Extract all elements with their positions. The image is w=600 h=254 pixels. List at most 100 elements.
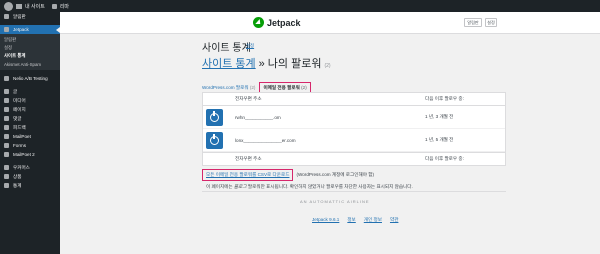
jetpack-logo: Jetpack: [253, 17, 301, 28]
info-prefix: 이 페이지에는: [206, 184, 233, 189]
comment-icon: [51, 3, 57, 9]
download-row: 모든 이메일 전용 팔로워를 CSV로 다운로드 (WordPress.com …: [202, 169, 374, 181]
download-note: (WordPress.com 계정에 로그인해야 함): [296, 172, 374, 177]
sidebar-item-label: MailPoet 2: [13, 152, 35, 157]
stats-settings-link[interactable]: 설정: [246, 43, 254, 49]
sidebar-item-analytics[interactable]: 통계: [0, 181, 60, 190]
sidebar-item-label: 피드백: [13, 124, 26, 130]
jetpack-bolt-icon: [253, 17, 264, 28]
submenu-item-akismet[interactable]: Akismet Anti-Spam: [0, 60, 60, 68]
products-icon: [4, 174, 9, 179]
sidebar-item-label: Nelio A/B Testing: [13, 76, 48, 81]
sidebar-item-feedback[interactable]: 피드백: [0, 123, 60, 132]
header-settings-button[interactable]: 설정: [485, 18, 497, 27]
dashboard-icon: [4, 14, 9, 19]
tab-count: (2): [249, 85, 256, 90]
sidebar-item-forms[interactable]: Forms: [0, 141, 60, 150]
comment-icon: [4, 116, 9, 121]
jetpack-header: Jetpack 알림판 설정: [60, 12, 600, 34]
download-csv-link[interactable]: 모든 이메일 전용 팔로워를 CSV로 다운로드: [202, 169, 294, 181]
sidebar-item-products[interactable]: 상품: [0, 172, 60, 181]
admin-sidebar: 알림판 Jetpack 알림판 설정 사이트 통계 Akismet Anti-S…: [0, 12, 60, 254]
follower-since: 1 년, 5 개월 전: [425, 137, 454, 142]
sidebar-item-woocommerce[interactable]: 우커머스: [0, 163, 60, 172]
page-icon: [4, 107, 9, 112]
follower-email: rwhn___________.om: [235, 114, 281, 120]
sidebar-item-mailpoet2[interactable]: MailPoet 2: [0, 150, 60, 159]
column-header-since: 다음 이후 팔로우 중:: [425, 96, 464, 101]
sidebar-item-label: 우커머스: [13, 164, 30, 170]
submenu-item-site-stats[interactable]: 사이트 통계: [0, 52, 60, 60]
jetpack-brand: Jetpack: [267, 17, 301, 28]
sidebar-item-posts[interactable]: 글: [0, 87, 60, 96]
automattic-tagline: AN AUTOMATTIC AIRLINE: [300, 199, 370, 204]
breadcrumb-stats-link[interactable]: 사이트 통계: [202, 55, 256, 71]
sidebar-item-label: MailPoet: [13, 134, 31, 139]
power-icon: [210, 111, 219, 122]
power-icon: [210, 134, 219, 145]
admin-bar: 내 사이트 리마: [0, 0, 600, 12]
chart-icon: [4, 183, 9, 188]
jetpack-icon: [4, 27, 9, 32]
footer-link-terms[interactable]: 약관: [390, 217, 398, 223]
wordpress-logo-icon[interactable]: [4, 1, 13, 11]
column-footer-email: 전자우편 주소: [235, 156, 262, 161]
sidebar-item-comments[interactable]: 댓글: [0, 114, 60, 123]
adminbar-site[interactable]: 내 사이트: [16, 3, 45, 10]
table-footer: 전자우편 주소 다음 이후 팔로우 중:: [203, 152, 505, 165]
submenu-item-dashboard[interactable]: 알림판: [0, 36, 60, 44]
adminbar-comments[interactable]: 리마: [51, 3, 69, 10]
footer-link-privacy[interactable]: 개인 정보: [364, 217, 382, 223]
mailpoet-icon: [4, 134, 9, 139]
nelio-icon: [4, 76, 9, 81]
sidebar-item-label: 페이지: [13, 106, 26, 112]
sidebar-item-label: 통계: [13, 182, 22, 188]
submenu-item-settings[interactable]: 설정: [0, 44, 60, 52]
adminbar-comments-label: 리마: [59, 3, 69, 10]
footer-links: Jetpack 9.6.1 정보 개인 정보 약관: [312, 217, 406, 223]
feedback-icon: [4, 125, 9, 130]
breadcrumb-current: 나의 팔로워: [267, 58, 322, 70]
tab-label: WordPress.com 팔로워: [202, 85, 249, 90]
sidebar-item-media[interactable]: 미디어: [0, 96, 60, 105]
media-icon: [4, 98, 9, 103]
table-row: lonx_______________er.com 1 년, 5 개월 전: [203, 129, 505, 152]
tab-wpcom-followers[interactable]: WordPress.com 팔로워 (2): [202, 85, 255, 91]
info-suffix: 팔로워만 표시됩니다. 확인하지 않았거나 팔로우를 차단한 사용자는 표시되지…: [247, 184, 413, 189]
column-footer-since: 다음 이후 팔로우 중:: [425, 156, 464, 161]
breadcrumb: 사이트 통계 » 나의 팔로워 (2): [202, 55, 331, 71]
sidebar-item-nelio[interactable]: Nelio A/B Testing: [0, 74, 60, 83]
sidebar-item-label: Forms: [13, 143, 27, 148]
follower-since: 1 년, 3 개월 전: [425, 114, 454, 119]
info-highlight: 블로그: [233, 184, 247, 189]
sidebar-item-label: 상품: [13, 173, 22, 179]
footer-link-version[interactable]: Jetpack 9.6.1: [312, 217, 339, 223]
tab-count: (2): [301, 85, 307, 90]
footer-link-about[interactable]: 정보: [347, 217, 355, 223]
mailpoet-icon: [4, 152, 9, 157]
sidebar-item-label: 알림판: [13, 13, 26, 19]
forms-icon: [4, 143, 9, 148]
adminbar-site-label: 내 사이트: [25, 3, 45, 10]
sidebar-item-jetpack[interactable]: Jetpack: [0, 25, 60, 34]
woocommerce-icon: [4, 165, 9, 170]
tab-label: 이메일 전용 팔로워: [263, 85, 300, 90]
divider: [202, 191, 506, 192]
sidebar-item-dashboard[interactable]: 알림판: [0, 12, 60, 21]
sidebar-item-pages[interactable]: 페이지: [0, 105, 60, 114]
follower-email: lonx_______________er.com: [235, 137, 296, 143]
home-icon: [16, 3, 22, 9]
table-header: 전자우편 주소 다음 이후 팔로우 중:: [203, 93, 505, 106]
jetpack-submenu: 알림판 설정 사이트 통계 Akismet Anti-Spam: [0, 34, 60, 70]
header-dashboard-button[interactable]: 알림판: [464, 18, 482, 27]
column-header-email: 전자우편 주소: [235, 96, 262, 101]
sidebar-item-label: 글: [13, 88, 18, 94]
avatar: [206, 109, 223, 126]
sidebar-item-mailpoet[interactable]: MailPoet: [0, 132, 60, 141]
info-text: 이 페이지에는 블로그 팔로워만 표시됩니다. 확인하지 않았거나 팔로우를 차…: [206, 184, 413, 190]
table-row: rwhn___________.om 1 년, 3 개월 전: [203, 106, 505, 129]
pin-icon: [4, 89, 9, 94]
breadcrumb-count: (2): [324, 63, 331, 69]
sidebar-item-label: 미디어: [13, 97, 26, 103]
page-title: 사이트 통계: [202, 43, 251, 54]
